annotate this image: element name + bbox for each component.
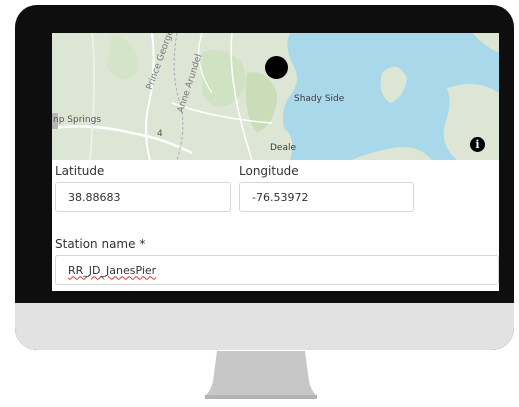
longitude-value: -76.53972 (252, 190, 309, 204)
screen: np Springs Shady Side Deale Prince Georg… (52, 33, 499, 291)
info-icon[interactable]: i (470, 137, 485, 152)
map-base (52, 33, 499, 160)
longitude-label: Longitude (239, 164, 299, 178)
station-name-value: RR_JD_JanesPier (68, 263, 157, 277)
station-name-input[interactable]: RR_JD_JanesPier (55, 255, 499, 285)
monitor-stand (205, 351, 317, 399)
map[interactable]: np Springs Shady Side Deale Prince Georg… (52, 33, 499, 160)
latitude-label: Latitude (55, 164, 105, 178)
map-label-deale: Deale (270, 143, 297, 153)
monitor-chin (15, 303, 514, 350)
map-label-route: 4 (157, 129, 163, 139)
map-label-springs: np Springs (53, 115, 102, 125)
monitor-frame: np Springs Shady Side Deale Prince Georg… (15, 5, 514, 350)
latitude-input[interactable]: 38.88683 (55, 182, 231, 212)
map-label-shady-side: Shady Side (294, 94, 345, 104)
latitude-value: 38.88683 (68, 190, 121, 204)
longitude-input[interactable]: -76.53972 (239, 182, 414, 212)
station-name-label: Station name * (55, 237, 146, 251)
location-marker-icon[interactable] (265, 56, 288, 79)
